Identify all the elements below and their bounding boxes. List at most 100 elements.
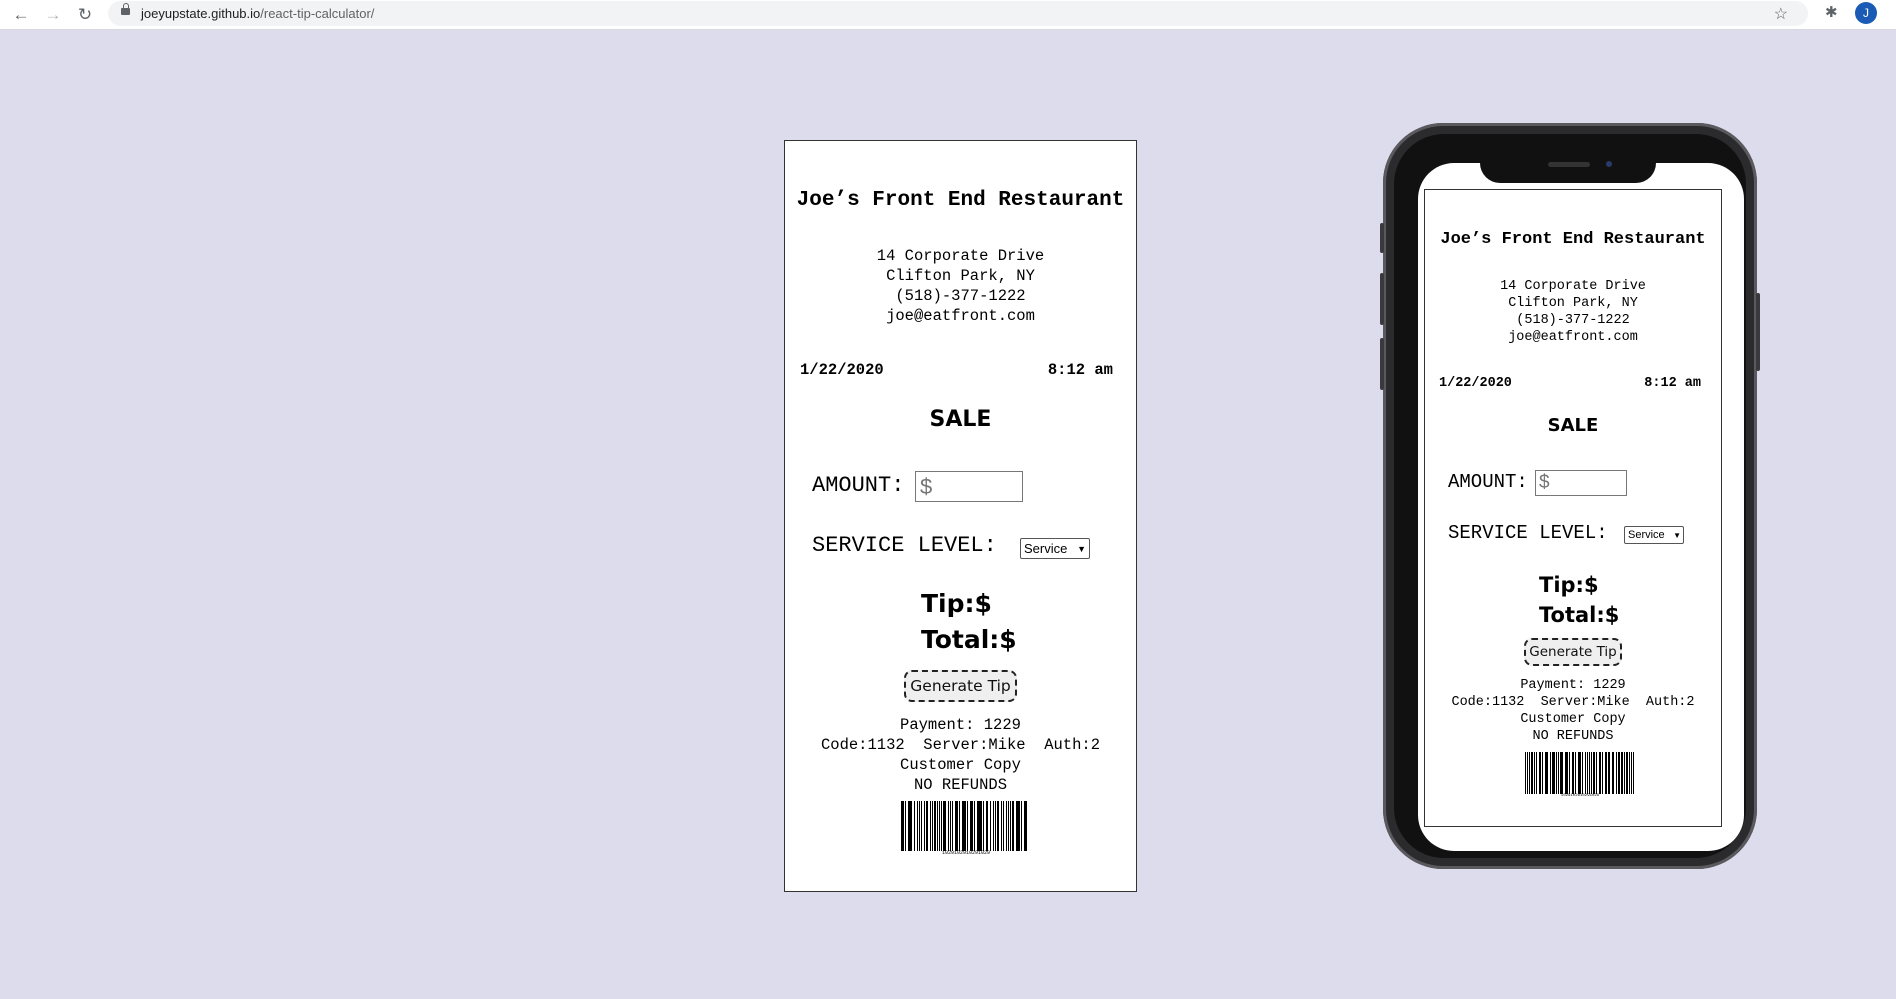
- barcode-bar: [951, 801, 953, 851]
- barcode-bar: [1533, 752, 1535, 794]
- no-refunds-line: NO REFUNDS: [1532, 729, 1614, 744]
- barcode-bar: [908, 801, 911, 851]
- barcode-number: 1029102910291029: [1560, 794, 1600, 798]
- camera-icon: [1606, 161, 1612, 167]
- barcode-bar: [1546, 752, 1549, 794]
- chevron-down-icon: ▼: [1077, 543, 1086, 554]
- barcode-bar: [1549, 752, 1551, 794]
- barcode-bar: [1561, 752, 1564, 794]
- lock-icon[interactable]: [121, 3, 130, 15]
- speaker-grill: [1548, 162, 1590, 167]
- amount-input[interactable]: [915, 471, 1023, 502]
- phone-volume-down: [1380, 338, 1384, 390]
- barcode-bar: [1567, 752, 1568, 794]
- barcode-bar: [940, 801, 942, 851]
- receipt-date: 1/22/2020: [1439, 376, 1512, 391]
- barcode-bar: [1601, 752, 1604, 794]
- url-text[interactable]: joeyupstate.github.io/react-tip-calculat…: [141, 6, 374, 21]
- amount-label: AMOUNT:: [1448, 471, 1528, 493]
- barcode-bar: [1559, 752, 1561, 794]
- back-icon[interactable]: ←: [8, 2, 34, 26]
- barcode-bar: [1535, 752, 1538, 794]
- barcode-bar: [1002, 801, 1005, 851]
- barcode-bar: [965, 801, 966, 851]
- barcode-bar: [956, 801, 958, 851]
- barcode-bar: [979, 801, 983, 851]
- service-level-label: SERVICE LEVEL:: [812, 533, 997, 558]
- barcode-bar: [1005, 801, 1007, 851]
- reload-icon[interactable]: ↻: [72, 2, 98, 26]
- barcode-bar: [1553, 752, 1555, 794]
- amount-input[interactable]: [1535, 470, 1627, 496]
- barcode-bar: [933, 801, 936, 851]
- code-line: Code:1132 Server:Mike Auth:2: [1451, 695, 1695, 710]
- payment-line: Payment: 1229: [1520, 678, 1626, 693]
- phone-number: (518)-377-1222: [895, 287, 1026, 305]
- service-level-select[interactable]: Service ▼: [1020, 538, 1090, 559]
- restaurant-address: 14 Corporate Drive Clifton Park, NY (518…: [1425, 278, 1721, 346]
- forward-icon[interactable]: →: [40, 2, 66, 26]
- barcode-bar: [913, 801, 916, 851]
- sale-heading: SALE: [1547, 415, 1599, 436]
- barcode-bar: [1621, 752, 1623, 794]
- sale-heading: SALE: [929, 407, 992, 432]
- barcode-bar: [903, 801, 905, 851]
- bookmark-star-icon[interactable]: ☆: [1774, 4, 1788, 24]
- barcode-bar: [920, 801, 923, 851]
- barcode-bar: [1025, 801, 1027, 851]
- barcode-bar: [983, 801, 985, 851]
- barcode-bar: [972, 801, 974, 851]
- barcode-bar: [911, 801, 913, 851]
- phone-notch: [1480, 156, 1656, 183]
- restaurant-address: 14 Corporate Drive Clifton Park, NY (518…: [785, 246, 1136, 326]
- address-line-1: 14 Corporate Drive: [1500, 279, 1646, 294]
- address-line-1: 14 Corporate Drive: [876, 247, 1045, 265]
- barcode-bar: [1615, 752, 1617, 794]
- phone-mute-switch: [1380, 223, 1384, 253]
- service-selected-value: Service: [1628, 529, 1665, 541]
- barcode-bar: [918, 801, 920, 851]
- barcode-bar: [967, 801, 969, 851]
- restaurant-name: Joe’s Front End Restaurant: [796, 189, 1125, 212]
- address-line-2: Clifton Park, NY: [1508, 296, 1638, 311]
- phone-power-button: [1756, 293, 1760, 371]
- extensions-icon[interactable]: ✱: [1825, 3, 1838, 21]
- chevron-down-icon: ▼: [1673, 530, 1681, 540]
- barcode-bar: [1628, 752, 1630, 794]
- no-refunds-line: NO REFUNDS: [913, 776, 1007, 794]
- barcode-bar: [1009, 801, 1011, 851]
- barcode-bar: [1613, 752, 1615, 794]
- barcode-bar: [1596, 752, 1597, 794]
- customer-copy-line: Customer Copy: [900, 756, 1021, 774]
- address-bar[interactable]: joeyupstate.github.io/react-tip-calculat…: [108, 1, 1808, 26]
- generate-tip-button[interactable]: Generate Tip: [904, 670, 1017, 702]
- barcode-bar: [1572, 752, 1575, 794]
- barcode-bar: [949, 801, 951, 851]
- profile-avatar[interactable]: J: [1855, 2, 1877, 24]
- url-host: joeyupstate.github.io: [141, 6, 261, 21]
- service-level-select[interactable]: Service ▼: [1624, 526, 1684, 544]
- code-line: Code:1132 Server:Mike Auth:2: [820, 736, 1101, 754]
- receipt-footer: Payment: 1229 Code:1132 Server:Mike Auth…: [1425, 677, 1721, 745]
- barcode-bar: [989, 801, 992, 851]
- phone-volume-up: [1380, 273, 1384, 325]
- barcode-bar: [1575, 752, 1577, 794]
- barcode-bar: [905, 801, 907, 851]
- barcode-bar: [1526, 752, 1528, 794]
- barcode-bar: [1011, 801, 1014, 851]
- barcode-bar: [1599, 752, 1601, 794]
- barcode-bar: [1569, 752, 1570, 794]
- receipt-footer: Payment: 1229 Code:1132 Server:Mike Auth…: [785, 715, 1136, 795]
- barcode-bar: [1588, 752, 1590, 794]
- barcode-bar: [996, 801, 1000, 851]
- tip-display: Tip:$: [1539, 573, 1599, 597]
- barcode-bar: [1582, 752, 1583, 794]
- barcode-bar: [974, 801, 976, 851]
- generate-tip-button[interactable]: Generate Tip: [1524, 638, 1622, 666]
- barcode-bar: [1592, 752, 1595, 794]
- restaurant-name: Joe’s Front End Restaurant: [1440, 230, 1706, 249]
- barcode-bar: [1555, 752, 1557, 794]
- barcode-image: [901, 801, 1031, 851]
- barcode-bar: [959, 801, 961, 851]
- barcode-bar: [961, 801, 965, 851]
